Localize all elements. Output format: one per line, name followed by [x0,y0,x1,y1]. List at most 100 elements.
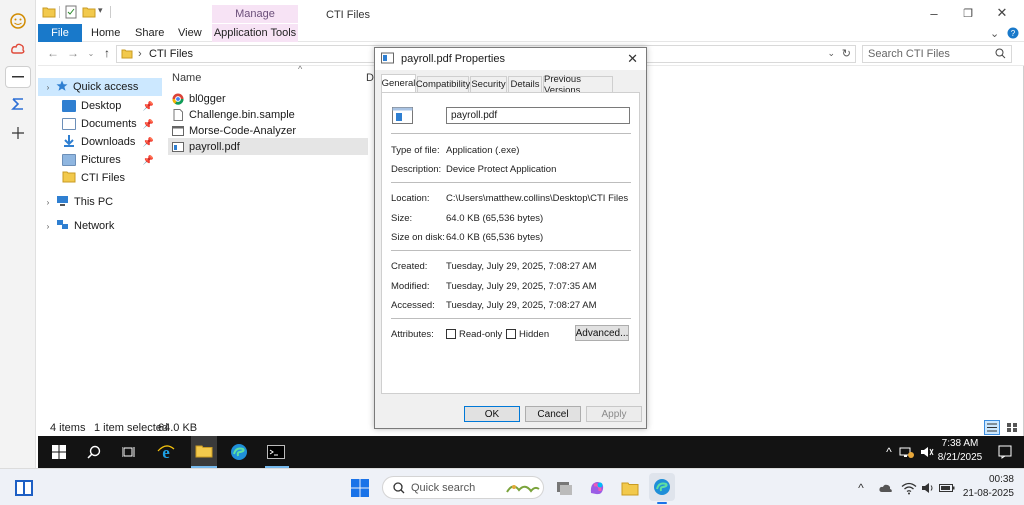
advanced-button[interactable]: Advanced... [575,325,629,341]
file-name: Morse-Code-Analyzer [189,124,296,137]
task-view-icon[interactable] [554,478,574,498]
file-row-payroll-pdf[interactable]: payroll.pdf [168,138,368,155]
large-icons-view-icon[interactable] [1004,420,1020,435]
created-label: Created: [391,261,428,272]
column-header-name[interactable]: Name [172,72,201,84]
tab-security[interactable]: Security [470,76,507,92]
column-header-date[interactable]: D [366,72,374,84]
expand-chevron-icon[interactable]: › [44,222,52,231]
tab-previous-versions[interactable]: Previous Versions [543,74,613,96]
recent-dropdown-icon[interactable]: ⌄ [84,46,98,60]
tab-general[interactable]: General [381,74,416,92]
nav-label: This PC [74,196,114,208]
host-app-button[interactable] [5,66,31,88]
address-dropdown-icon[interactable]: ⌄ [827,48,835,59]
ribbon-expand-icon[interactable]: ⌄ [990,24,999,42]
edge-icon[interactable] [230,443,248,461]
nav-pictures[interactable]: Pictures 📌 [38,151,162,169]
smiley-app-icon[interactable] [9,12,27,30]
windows-start-icon[interactable] [50,443,68,461]
command-prompt-icon[interactable] [267,443,285,461]
tab-home[interactable]: Home [91,24,120,42]
maximize-button[interactable]: ❐ [960,6,976,20]
search-icon[interactable] [85,443,103,461]
nav-desktop[interactable]: Desktop 📌 [38,97,162,115]
vm-clock-time[interactable]: 7:38 AM [938,438,982,449]
file-row-bl0gger[interactable]: bl0gger [168,90,368,107]
running-indicator [657,502,667,504]
notifications-icon[interactable] [996,443,1014,461]
apply-button[interactable]: Apply [586,406,642,422]
breadcrumb-cti-files[interactable]: CTI Files [149,48,193,60]
host-window-icon[interactable] [14,478,34,498]
host-clock-date[interactable]: 21-08-2025 [948,488,1014,499]
sigma-app-icon[interactable] [9,95,27,113]
cloud-sync-icon[interactable] [876,478,896,498]
host-search-box[interactable]: Quick search [382,476,544,499]
host-clock-time[interactable]: 00:38 [958,474,1014,485]
file-row-challenge-bin-sample[interactable]: Challenge.bin.sample [168,106,368,123]
folder-icon[interactable] [42,5,56,19]
description-label: Description: [391,164,442,175]
edge-icon[interactable] [649,473,675,501]
cloud-app-icon[interactable] [9,40,27,58]
wifi-icon[interactable] [899,478,919,498]
forward-arrow-icon[interactable]: → [66,46,80,60]
back-arrow-icon[interactable]: ← [46,46,60,60]
nav-network[interactable]: › Network [38,217,162,235]
search-input[interactable]: Search CTI Files [862,45,1012,63]
minimize-button[interactable]: – [926,6,942,21]
cancel-button[interactable]: Cancel [525,406,581,422]
up-arrow-icon[interactable]: ↑ [100,46,114,60]
vm-clock-date[interactable]: 8/21/2025 [934,452,986,463]
hidden-checkbox[interactable] [506,329,516,339]
nav-this-pc[interactable]: › This PC [38,193,162,211]
dialog-close-button[interactable]: ✕ [627,51,638,67]
nav-documents[interactable]: Documents 📌 [38,115,162,133]
nav-quick-access[interactable]: › Quick access [38,78,162,96]
tab-view[interactable]: View [178,24,202,42]
window-title: CTI Files [326,9,370,21]
copilot-icon[interactable] [587,478,607,498]
file-row-morse-code-analyzer[interactable]: Morse-Code-Analyzer [168,122,368,139]
tab-application-tools[interactable]: Application Tools [212,24,298,42]
close-button[interactable]: ✕ [994,5,1010,20]
details-view-icon[interactable] [984,420,1000,435]
tab-share[interactable]: Share [135,24,164,42]
network-status-icon[interactable] [898,443,916,461]
task-view-icon[interactable] [120,443,138,461]
refresh-icon[interactable]: ↻ [842,47,851,60]
file-explorer-icon[interactable] [620,478,640,498]
ribbon-tabs: File Home Share View Application Tools ⌄… [38,24,1024,42]
show-hidden-icons-chevron[interactable]: ^ [880,443,898,461]
internet-explorer-icon[interactable]: e [157,443,175,461]
expand-chevron-icon[interactable]: › [44,198,52,207]
tab-details[interactable]: Details [508,76,542,92]
expand-chevron-icon[interactable]: › [44,83,52,92]
help-icon[interactable]: ? [1006,24,1020,42]
properties-icon[interactable] [64,5,78,19]
windows-start-icon[interactable] [350,478,370,498]
read-only-checkbox[interactable] [446,329,456,339]
properties-dialog: payroll.pdf Properties ✕ General Compati… [374,47,647,429]
type-label: Type of file: [391,145,440,156]
size-on-disk-value: 64.0 KB (65,536 bytes) [446,232,544,243]
ok-button[interactable]: OK [464,406,520,422]
nav-downloads[interactable]: Downloads 📌 [38,133,162,151]
tab-compatibility[interactable]: Compatibility [416,76,470,92]
attributes-label: Attributes: [391,329,434,340]
filename-input[interactable]: payroll.pdf [446,107,630,124]
search-placeholder: Search CTI Files [868,48,950,60]
application-icon [172,125,184,137]
new-folder-icon[interactable] [82,5,96,19]
volume-icon[interactable] [918,478,938,498]
show-hidden-icons-chevron[interactable]: ^ [851,478,871,498]
add-icon[interactable] [9,124,27,142]
file-explorer-taskbar-icon[interactable] [191,436,217,468]
tab-file[interactable]: File [38,24,82,42]
hidden-label: Hidden [519,329,550,340]
nav-cti-files[interactable]: CTI Files [38,169,162,187]
file-name: payroll.pdf [189,140,240,153]
location-value: C:\Users\matthew.collins\Desktop\CTI Fil… [446,193,629,204]
desktop-folder-icon [62,100,76,112]
